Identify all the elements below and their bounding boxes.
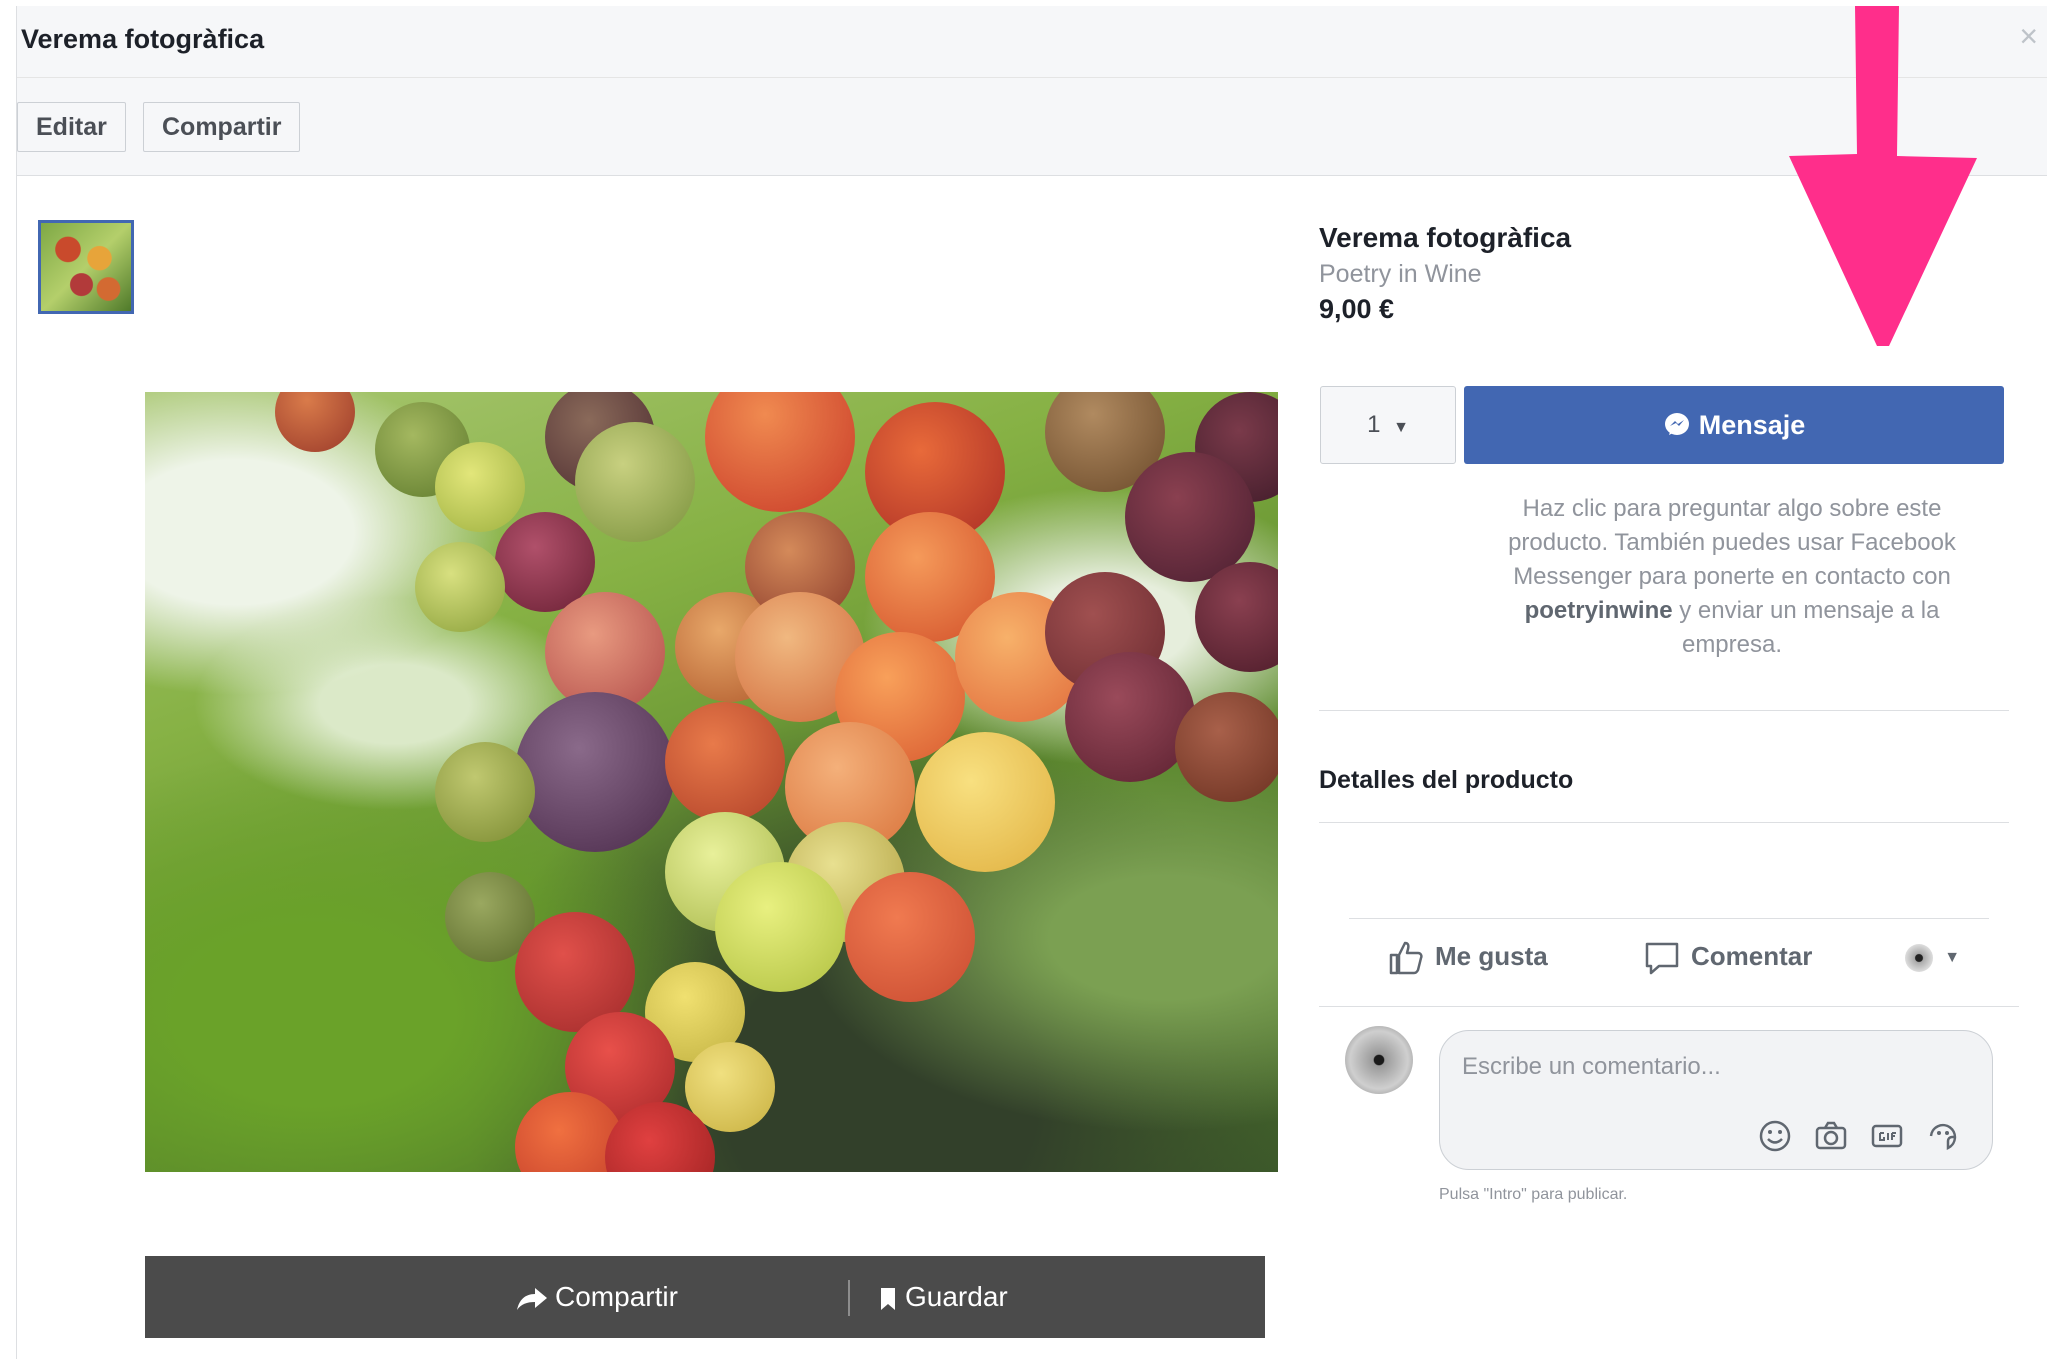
product-title: Verema fotogràfica bbox=[1319, 222, 1572, 253]
product-price: 9,00 € bbox=[1319, 294, 1395, 324]
grape bbox=[915, 732, 1055, 872]
grape bbox=[715, 862, 845, 992]
camera-icon[interactable] bbox=[1814, 1119, 1848, 1153]
post-as-selector[interactable]: ▼ bbox=[1905, 936, 1960, 976]
like-label: Me gusta bbox=[1435, 941, 1548, 971]
dialog-header: Verema fotogràfica × bbox=[17, 6, 2047, 78]
grape bbox=[515, 692, 675, 852]
product-details-heading: Detalles del producto bbox=[1319, 766, 1574, 794]
close-icon[interactable]: × bbox=[2019, 20, 2038, 52]
message-button[interactable]: Mensaje bbox=[1464, 386, 2004, 464]
comment-placeholder: Escribe un comentario... bbox=[1462, 1053, 1721, 1080]
avatar-small-icon bbox=[1905, 944, 1933, 973]
dialog-title: Verema fotogràfica bbox=[21, 24, 265, 54]
quantity-value: 1 bbox=[1367, 411, 1381, 438]
grape bbox=[575, 422, 695, 542]
divider bbox=[1319, 710, 2009, 711]
grape bbox=[1175, 692, 1278, 802]
photo-action-bar: Compartir Guardar bbox=[145, 1256, 1265, 1338]
product-dialog: Verema fotogràfica × Editar Compartir Co… bbox=[16, 6, 2047, 1359]
edit-button[interactable]: Editar bbox=[17, 102, 126, 152]
message-help-post: y enviar un mensaje a la empresa. bbox=[1679, 597, 1940, 658]
grape bbox=[845, 872, 975, 1002]
photo-save-label: Guardar bbox=[905, 1281, 1008, 1312]
chevron-down-icon: ▼ bbox=[1944, 949, 1961, 967]
product-photo bbox=[145, 392, 1278, 1172]
product-seller[interactable]: Poetry in Wine bbox=[1319, 260, 1482, 289]
sticker-icon[interactable] bbox=[1926, 1119, 1960, 1153]
chevron-down-icon: ▼ bbox=[1393, 419, 1409, 436]
comment-bubble-icon bbox=[1645, 942, 1679, 975]
comment-hint: Pulsa "Intro" para publicar. bbox=[1439, 1186, 1628, 1203]
grape bbox=[415, 542, 505, 632]
photo-bar-separator bbox=[848, 1280, 850, 1316]
comment-input[interactable]: Escribe un comentario... bbox=[1439, 1030, 1993, 1170]
grape bbox=[665, 702, 785, 822]
divider bbox=[1319, 1006, 2019, 1007]
message-help-text: Haz clic para preguntar algo sobre este … bbox=[1492, 492, 1972, 662]
grape bbox=[1125, 452, 1255, 582]
grape bbox=[435, 442, 525, 532]
quantity-select[interactable]: 1 ▼ bbox=[1320, 386, 1456, 464]
bookmark-icon bbox=[881, 1287, 895, 1310]
divider bbox=[1319, 822, 2009, 823]
grape bbox=[275, 392, 355, 452]
message-button-label: Mensaje bbox=[1698, 410, 1806, 440]
dialog-toolbar: Editar Compartir bbox=[17, 78, 2047, 176]
like-button[interactable]: Me gusta bbox=[1387, 936, 1548, 976]
comment-button[interactable]: Comentar bbox=[1643, 936, 1812, 976]
grape bbox=[705, 392, 855, 512]
thumbs-up-icon bbox=[1389, 941, 1423, 975]
gif-icon[interactable] bbox=[1870, 1119, 1904, 1153]
emoji-icon[interactable] bbox=[1758, 1119, 1792, 1153]
divider bbox=[1349, 918, 1989, 919]
grape bbox=[1065, 652, 1195, 782]
share-button[interactable]: Compartir bbox=[143, 102, 301, 152]
pink-arrow-annotation bbox=[1789, 6, 1977, 346]
photo-share-label: Compartir bbox=[555, 1281, 678, 1312]
messenger-icon bbox=[1664, 412, 1689, 435]
product-thumbnail[interactable] bbox=[38, 220, 134, 314]
avatar bbox=[1345, 1026, 1413, 1094]
photo-share-button[interactable]: Compartir bbox=[515, 1256, 678, 1338]
share-arrow-icon bbox=[517, 1287, 547, 1310]
grape bbox=[435, 742, 535, 842]
photo-save-button[interactable]: Guardar bbox=[879, 1256, 1008, 1338]
comment-label: Comentar bbox=[1691, 941, 1813, 971]
message-help-pre: Haz clic para preguntar algo sobre este … bbox=[1508, 495, 1956, 590]
seller-handle[interactable]: poetryinwine bbox=[1525, 597, 1673, 624]
